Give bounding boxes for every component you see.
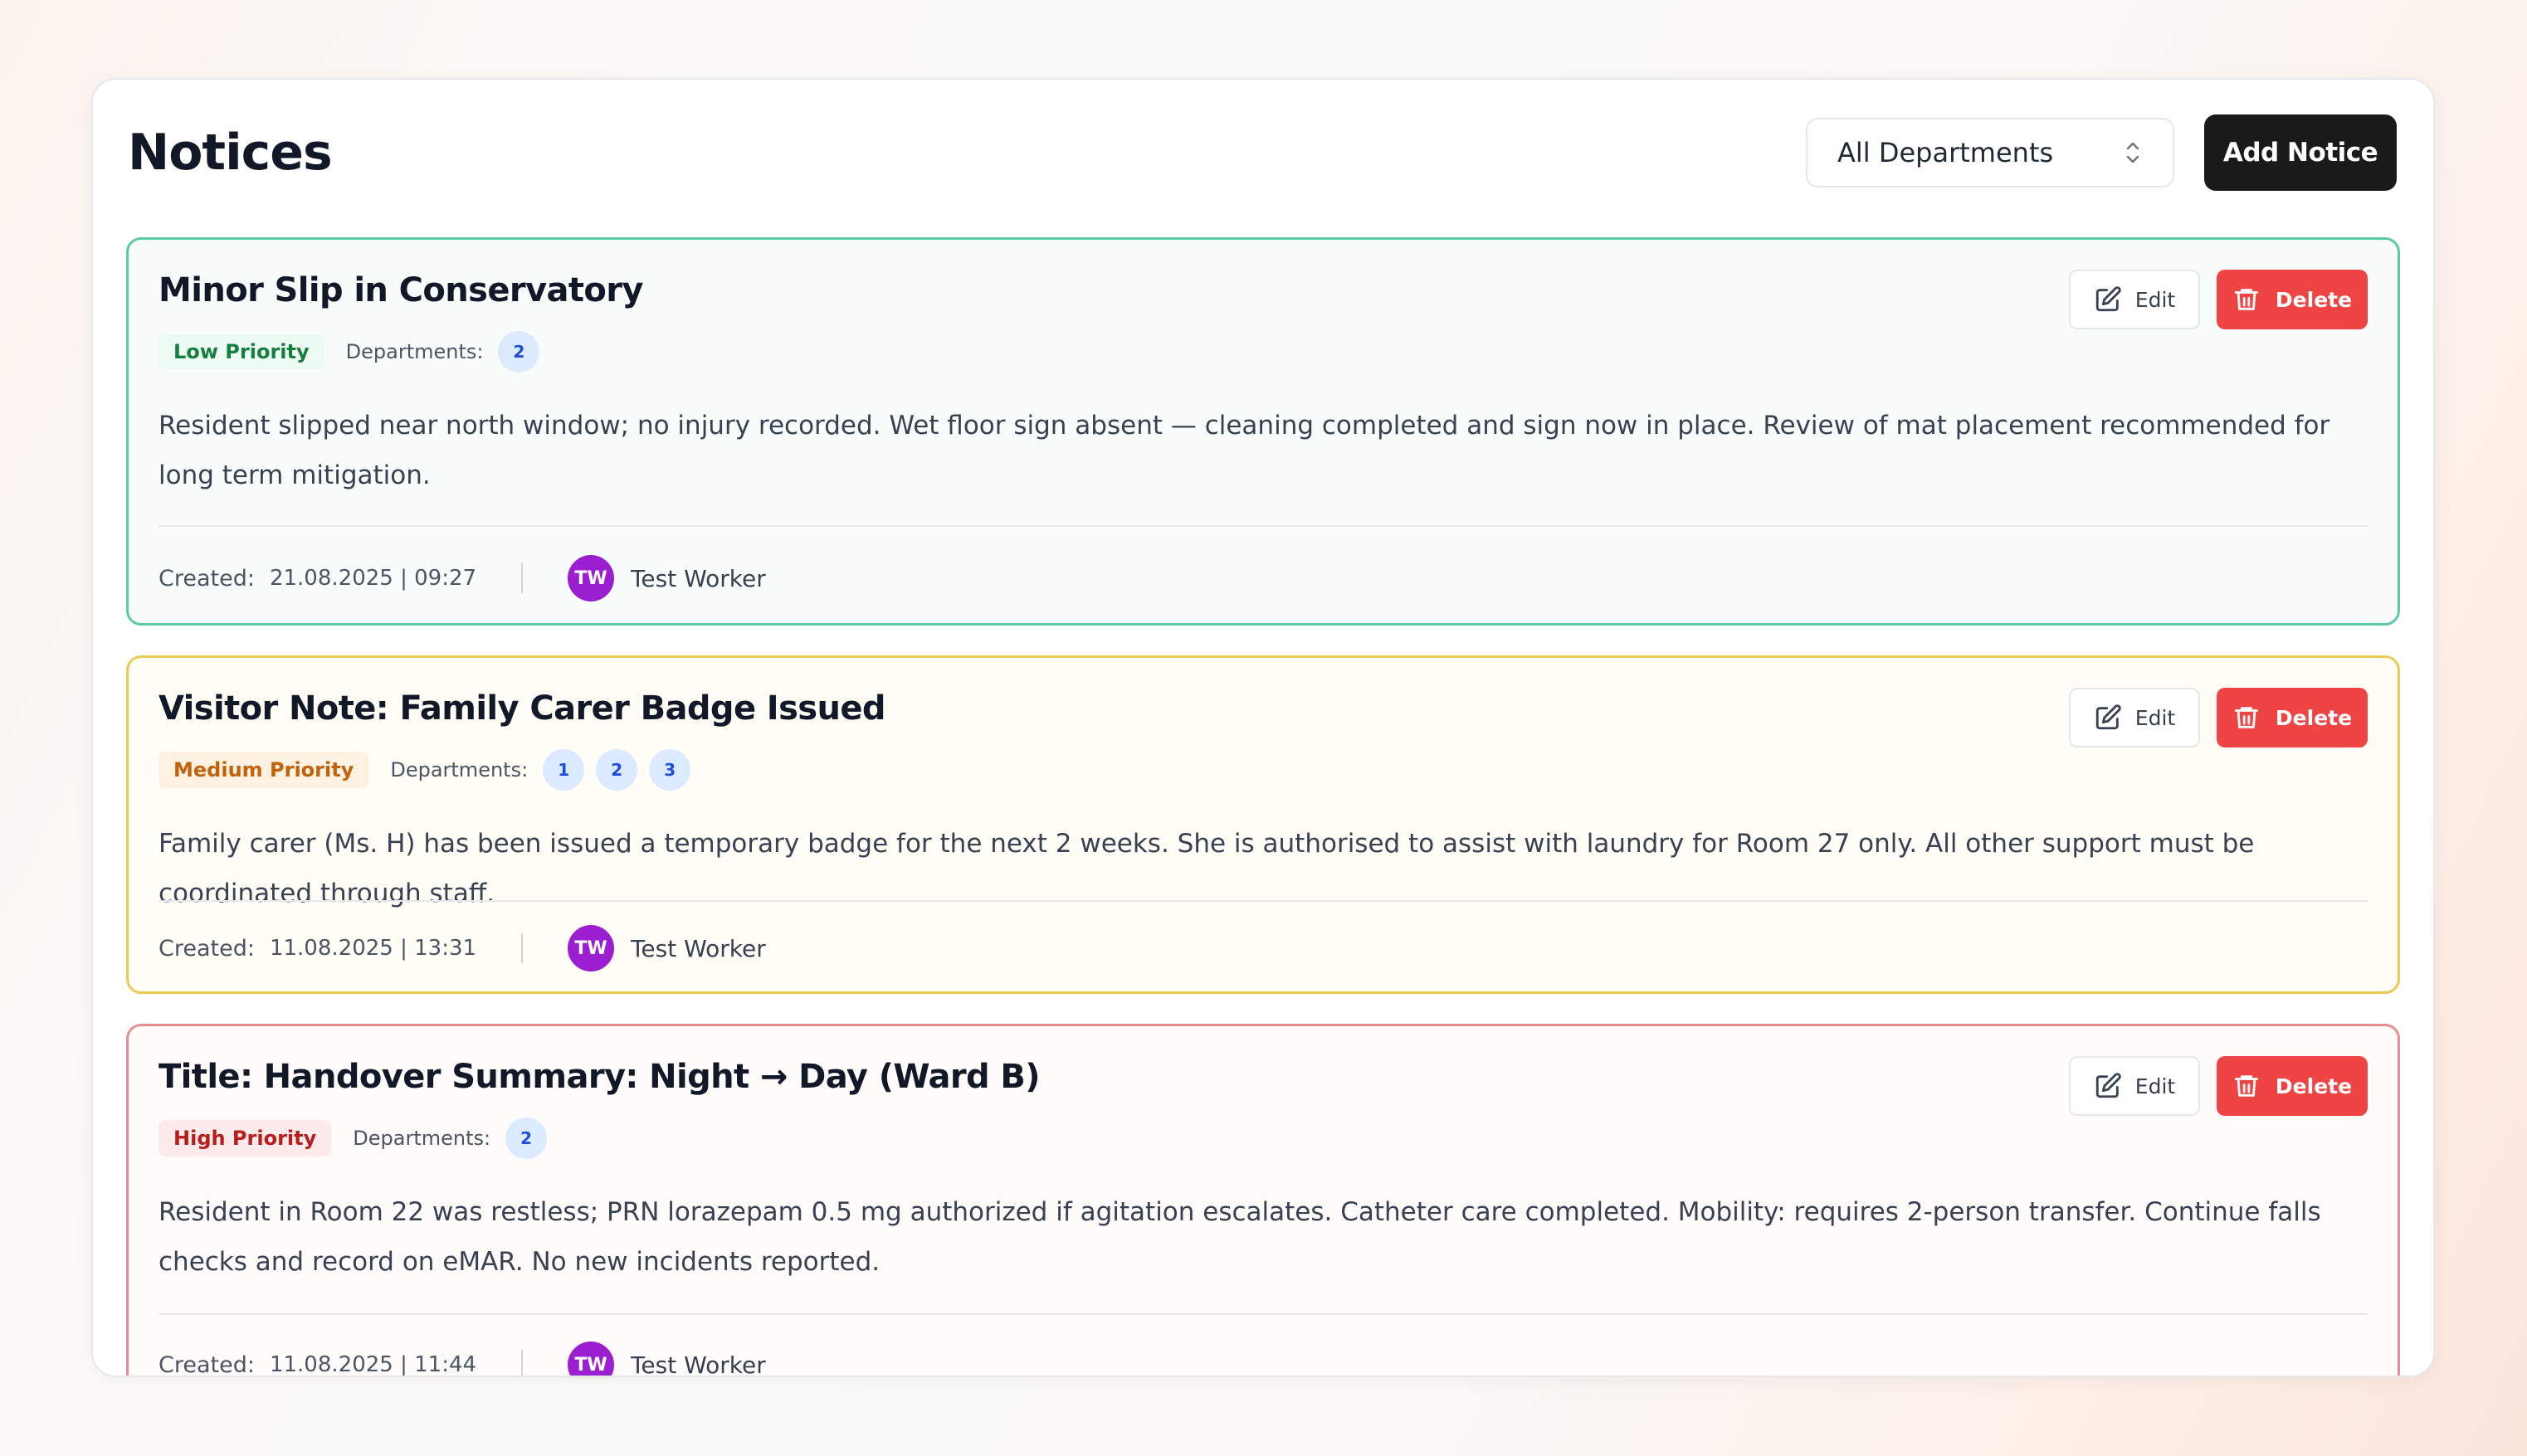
- created-timestamp: 21.08.2025 | 09:27: [269, 566, 477, 591]
- edit-button[interactable]: Edit: [2069, 1056, 2200, 1116]
- department-chip: 3: [649, 749, 691, 791]
- created-label: Created:: [159, 565, 255, 592]
- delete-label: Delete: [2275, 1074, 2353, 1098]
- footer-separator: [521, 1350, 524, 1376]
- notice-actions: Edit Delete: [2069, 270, 2368, 329]
- delete-label: Delete: [2275, 287, 2353, 312]
- notice-title: Title: Handover Summary: Night → Day (Wa…: [159, 1058, 1041, 1096]
- notice-actions: Edit Delete: [2069, 1056, 2368, 1116]
- delete-button[interactable]: Delete: [2217, 270, 2368, 329]
- trash-icon: [2234, 707, 2259, 728]
- created-label: Created:: [159, 935, 255, 962]
- avatar: TW: [568, 1342, 615, 1376]
- created-timestamp: 11.08.2025 | 13:31: [269, 936, 477, 961]
- author-name: Test Worker: [631, 934, 766, 962]
- departments-label: Departments:: [353, 1127, 491, 1150]
- edit-label: Edit: [2134, 287, 2176, 312]
- departments-label: Departments:: [345, 340, 484, 363]
- edit-button[interactable]: Edit: [2069, 688, 2200, 747]
- notice-card: Title: Handover Summary: Night → Day (Wa…: [126, 1024, 2400, 1377]
- notice-meta: Medium Priority Departments: 1 2 3: [159, 749, 691, 791]
- notice-card: Minor Slip in Conservatory Edit Delete L…: [126, 237, 2400, 626]
- author-name: Test Worker: [631, 564, 766, 592]
- notice-body: Family carer (Ms. H) has been issued a t…: [159, 829, 2255, 908]
- edit-label: Edit: [2134, 1074, 2176, 1098]
- divider: [159, 1313, 2368, 1315]
- department-chip: 2: [498, 331, 540, 373]
- priority-badge: Low Priority: [159, 334, 324, 370]
- footer-separator: [521, 563, 524, 593]
- departments-label: Departments:: [390, 758, 529, 782]
- priority-badge: High Priority: [159, 1120, 332, 1157]
- notices-panel: Notices All Departments Add Notice Minor…: [91, 78, 2435, 1377]
- footer-separator: [521, 933, 524, 963]
- edit-icon: [2095, 704, 2121, 730]
- chevron-up-down-icon: [2126, 142, 2139, 163]
- page-title: Notices: [128, 124, 333, 182]
- notice-body: Resident slipped near north window; no i…: [159, 411, 2330, 490]
- author-name: Test Worker: [631, 1351, 766, 1377]
- notice-meta: High Priority Departments: 2: [159, 1118, 548, 1159]
- trash-icon: [2234, 289, 2259, 310]
- add-notice-button[interactable]: Add Notice: [2204, 114, 2397, 191]
- notice-footer: Created: 21.08.2025 | 09:27 TW Test Work…: [159, 553, 766, 603]
- divider: [159, 900, 2368, 902]
- edit-button[interactable]: Edit: [2069, 270, 2200, 329]
- header: Notices All Departments Add Notice: [93, 80, 2433, 226]
- notice-footer: Created: 11.08.2025 | 11:44 TW Test Work…: [159, 1340, 766, 1377]
- edit-icon: [2095, 286, 2121, 312]
- avatar: TW: [568, 925, 615, 971]
- created-label: Created:: [159, 1351, 255, 1377]
- delete-button[interactable]: Delete: [2217, 688, 2368, 747]
- priority-badge: Medium Priority: [159, 752, 369, 788]
- notice-meta: Low Priority Departments: 2: [159, 331, 540, 373]
- notice-actions: Edit Delete: [2069, 688, 2368, 747]
- edit-label: Edit: [2134, 705, 2176, 730]
- delete-button[interactable]: Delete: [2217, 1056, 2368, 1116]
- edit-icon: [2095, 1073, 2121, 1098]
- department-filter-select[interactable]: All Departments: [1806, 118, 2174, 187]
- trash-icon: [2234, 1075, 2259, 1097]
- created-timestamp: 11.08.2025 | 11:44: [269, 1352, 477, 1377]
- department-chip: 2: [596, 749, 638, 791]
- notice-title: Minor Slip in Conservatory: [159, 271, 643, 309]
- avatar: TW: [568, 555, 615, 601]
- divider: [159, 525, 2368, 527]
- department-filter-value: All Departments: [1837, 137, 2054, 168]
- notice-card: Visitor Note: Family Carer Badge Issued …: [126, 655, 2400, 994]
- delete-label: Delete: [2275, 705, 2353, 730]
- notice-footer: Created: 11.08.2025 | 13:31 TW Test Work…: [159, 923, 766, 973]
- department-chip: 2: [505, 1118, 548, 1159]
- notice-title: Visitor Note: Family Carer Badge Issued: [159, 689, 886, 728]
- department-chip: 1: [543, 749, 585, 791]
- notice-body: Resident in Room 22 was restless; PRN lo…: [159, 1197, 2321, 1277]
